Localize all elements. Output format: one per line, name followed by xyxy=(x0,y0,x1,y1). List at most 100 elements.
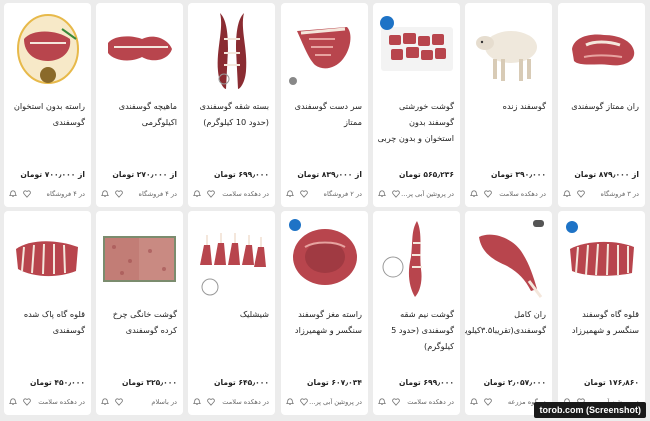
card-footer: در پروتئین آبی پر... xyxy=(286,396,362,408)
product-name[interactable]: راسته بدون استخوان گوسفندی xyxy=(8,98,85,130)
card-footer: در دهکده سلامت xyxy=(9,396,85,408)
heart-icon[interactable] xyxy=(207,398,215,406)
product-price: ۲٫۰۵۷٫۰۰۰ تومان xyxy=(483,378,546,387)
shop-count[interactable]: در دهکده سلامت xyxy=(400,398,454,406)
bell-icon[interactable] xyxy=(9,398,17,406)
product-image[interactable] xyxy=(102,9,177,91)
product-name[interactable]: راسته مغز گوسفند سنگسر و شهمیرزاد xyxy=(285,306,362,338)
product-name[interactable]: قلوه گاه پاک شده گوسفندی xyxy=(8,306,85,338)
product-image[interactable] xyxy=(10,9,85,91)
card-actions xyxy=(470,190,492,198)
product-card[interactable]: بسته شقه گوسفندی (حدود 10 کیلوگرم) ۶۹۹٫۰۰… xyxy=(188,3,275,207)
product-price: ۶۴۵٫۰۰۰ تومان xyxy=(214,378,269,387)
product-card[interactable]: قلوه گاه پاک شده گوسفندی ۴۵۰٫۰۰۰ تومان در … xyxy=(4,211,91,415)
product-card[interactable]: گوسفند زنده ۳۹۰٫۰۰۰ تومان در دهکده سلامت xyxy=(465,3,552,207)
product-image[interactable] xyxy=(471,217,546,299)
bell-icon[interactable] xyxy=(193,190,201,198)
product-image[interactable] xyxy=(287,217,362,299)
shop-count[interactable]: در ۴ فروشگاه xyxy=(123,190,177,198)
shop-count[interactable]: در ۲ فروشگاه xyxy=(308,190,362,198)
product-image[interactable] xyxy=(194,9,269,91)
product-card[interactable]: راسته مغز گوسفند سنگسر و شهمیرزاد ۶۰۷٫۰۳۴… xyxy=(281,211,368,415)
shop-count[interactable]: در ۴ فروشگاه xyxy=(31,190,85,198)
card-actions xyxy=(286,398,308,406)
shop-count[interactable]: در دهکده سلامت xyxy=(492,190,546,198)
product-name[interactable]: ران ممتاز گوسفندی xyxy=(562,98,639,114)
shop-count[interactable]: در باسلام xyxy=(123,398,177,406)
product-image[interactable] xyxy=(379,9,454,91)
heart-icon[interactable] xyxy=(392,190,400,198)
product-name[interactable]: گوشت نیم شقه گوسفندی (حدود 5 کیلوگرم) xyxy=(377,306,454,354)
card-actions xyxy=(563,190,585,198)
product-name[interactable]: شیشلیک xyxy=(192,306,269,322)
product-image[interactable] xyxy=(564,9,639,91)
product-name[interactable]: گوسفند زنده xyxy=(469,98,546,114)
bell-icon[interactable] xyxy=(470,190,478,198)
heart-icon[interactable] xyxy=(115,398,123,406)
product-card[interactable]: ران کامل گوسفندی(تقریبا۳.۵کیلویی) ۲٫۰۵۷٫۰… xyxy=(465,211,552,415)
product-image[interactable] xyxy=(564,217,639,299)
product-image[interactable] xyxy=(287,9,362,91)
bell-icon[interactable] xyxy=(101,190,109,198)
shop-count[interactable]: در ۳ فروشگاه xyxy=(585,190,639,198)
card-footer: در دهکده سلامت xyxy=(378,396,454,408)
bell-icon[interactable] xyxy=(563,190,571,198)
product-image[interactable] xyxy=(10,217,85,299)
product-card[interactable]: سر دست گوسفندی ممتاز از ۸۳۹٫۰۰۰ تومان در ۲… xyxy=(281,3,368,207)
card-footer: در ۴ فروشگاه xyxy=(9,188,85,200)
product-price: از ۸۷۹٫۰۰۰ تومان xyxy=(574,170,639,179)
heart-icon[interactable] xyxy=(484,190,492,198)
heart-icon[interactable] xyxy=(115,190,123,198)
product-image[interactable] xyxy=(102,217,177,299)
bell-icon[interactable] xyxy=(9,190,17,198)
card-actions xyxy=(286,190,308,198)
product-name[interactable]: سر دست گوسفندی ممتاز xyxy=(285,98,362,130)
heart-icon[interactable] xyxy=(392,398,400,406)
product-card[interactable]: راسته بدون استخوان گوسفندی از ۷۰۰٫۰۰۰ توم… xyxy=(4,3,91,207)
product-price: ۵۶۵٫۲۳۶ تومان xyxy=(399,170,454,179)
product-card[interactable]: شیشلیک ۶۴۵٫۰۰۰ تومان در دهکده سلامت xyxy=(188,211,275,415)
product-name[interactable]: ماهیچه گوسفندی اکیلوگرمی xyxy=(100,98,177,130)
card-actions xyxy=(193,190,215,198)
product-card[interactable]: گوشت نیم شقه گوسفندی (حدود 5 کیلوگرم) ۶۹۹… xyxy=(373,211,460,415)
product-card[interactable]: گوشت خانگی چرخ کرده گوسفندی ۳۲۵٫۰۰۰ تومان… xyxy=(96,211,183,415)
bell-icon[interactable] xyxy=(286,190,294,198)
product-price: از ۲۷۰٫۰۰۰ تومان xyxy=(112,170,177,179)
bell-icon[interactable] xyxy=(378,398,386,406)
heart-icon[interactable] xyxy=(23,398,31,406)
heart-icon[interactable] xyxy=(484,398,492,406)
product-name[interactable]: قلوه گاه گوسفند سنگسر و شهمیرزاد xyxy=(562,306,639,338)
bell-icon[interactable] xyxy=(470,398,478,406)
bell-icon[interactable] xyxy=(286,398,294,406)
product-card[interactable]: گوشت خورشتی گوسفند بدون استخوان و بدون چ… xyxy=(373,3,460,207)
product-price: ۶۹۹٫۰۰۰ تومان xyxy=(399,378,454,387)
product-price: از ۷۰۰٫۰۰۰ تومان xyxy=(20,170,85,179)
heart-icon[interactable] xyxy=(300,190,308,198)
bell-icon[interactable] xyxy=(101,398,109,406)
shop-count[interactable]: در پروتئین آبی پر... xyxy=(400,190,454,198)
product-card[interactable]: ران ممتاز گوسفندی از ۸۷۹٫۰۰۰ تومان در ۳ فر… xyxy=(558,3,645,207)
shop-count[interactable]: در پروتئین آبی پر... xyxy=(308,398,362,406)
card-actions xyxy=(470,398,492,406)
bell-icon[interactable] xyxy=(193,398,201,406)
card-actions xyxy=(9,190,31,198)
product-name[interactable]: گوشت خورشتی گوسفند بدون استخوان و بدون چ… xyxy=(377,98,454,146)
heart-icon[interactable] xyxy=(207,190,215,198)
shop-count[interactable]: در دهکده سلامت xyxy=(31,398,85,406)
product-name[interactable]: ران کامل گوسفندی(تقریبا۳.۵کیلویی) xyxy=(465,306,546,338)
bell-icon[interactable] xyxy=(378,190,386,198)
product-image[interactable] xyxy=(471,9,546,91)
product-card[interactable]: قلوه گاه گوسفند سنگسر و شهمیرزاد ۱۷۶٫۸۶۰ … xyxy=(558,211,645,415)
shop-count[interactable]: در دهکده سلامت xyxy=(215,398,269,406)
product-image[interactable] xyxy=(194,217,269,299)
product-price: از ۸۳۹٫۰۰۰ تومان xyxy=(297,170,362,179)
product-name[interactable]: بسته شقه گوسفندی (حدود 10 کیلوگرم) xyxy=(192,98,269,130)
product-name[interactable]: گوشت خانگی چرخ کرده گوسفندی xyxy=(100,306,177,338)
heart-icon[interactable] xyxy=(23,190,31,198)
heart-icon[interactable] xyxy=(300,398,308,406)
product-card[interactable]: ماهیچه گوسفندی اکیلوگرمی از ۲۷۰٫۰۰۰ تومان… xyxy=(96,3,183,207)
card-footer: در ۴ فروشگاه xyxy=(101,188,177,200)
shop-count[interactable]: در دهکده سلامت xyxy=(215,190,269,198)
product-image[interactable] xyxy=(379,217,454,299)
heart-icon[interactable] xyxy=(577,190,585,198)
